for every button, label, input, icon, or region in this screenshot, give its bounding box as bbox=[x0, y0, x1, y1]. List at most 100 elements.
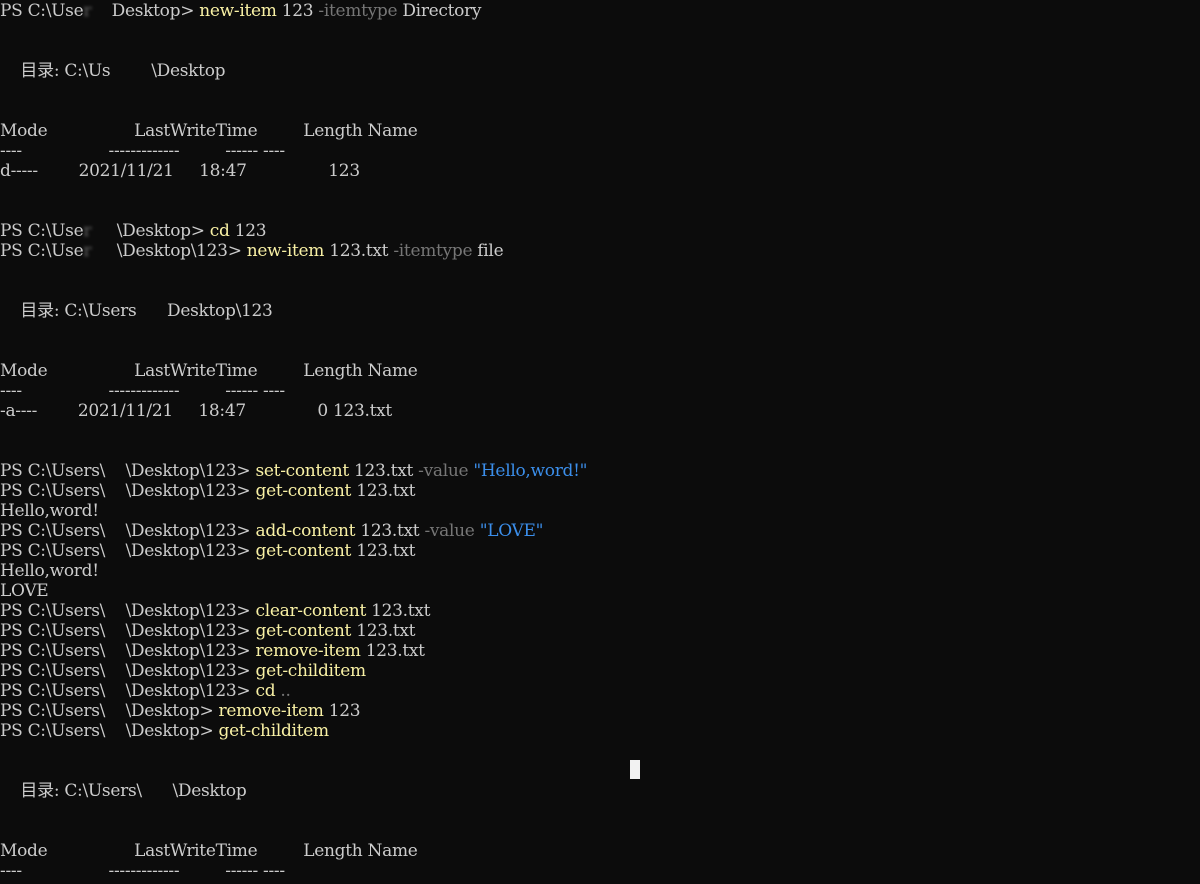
output-text: -a---- 2021/11/21 18:47 0 123.txt bbox=[0, 401, 392, 421]
output-text: \Desktop\123> bbox=[125, 681, 256, 701]
output-text: \Desktop> bbox=[125, 701, 219, 721]
output-text: \Desktop\123> bbox=[116, 241, 247, 261]
parameter-text: -itemtype bbox=[318, 1, 398, 21]
output-text: 123 bbox=[276, 1, 319, 21]
redacted-username bbox=[110, 61, 151, 81]
terminal-line: PS C:\Users\ \Desktop> get-childitem bbox=[0, 721, 329, 741]
output-text: Desktop\123 bbox=[167, 301, 273, 321]
output-text: 123.txt bbox=[324, 241, 394, 261]
output-text: \Desktop\123> bbox=[125, 461, 256, 481]
terminal-line: ---- ------------- ------ ---- bbox=[0, 141, 285, 161]
terminal-line: PS C:\Users\ \Desktop\123> get-content 1… bbox=[0, 621, 416, 641]
redacted-username bbox=[105, 461, 125, 481]
output-text: LOVE bbox=[0, 581, 49, 601]
output-text: Mode LastWriteTime Length Name bbox=[0, 121, 418, 141]
redacted-username: r bbox=[83, 241, 117, 261]
output-text: \Desktop bbox=[151, 61, 226, 81]
output-text: PS C:\Use bbox=[0, 241, 84, 261]
command-text: add-content bbox=[255, 521, 356, 541]
output-text: \Desktop\123> bbox=[125, 621, 256, 641]
output-text: PS C:\Users\ bbox=[0, 701, 106, 721]
string-literal: "Hello,word!" bbox=[473, 461, 588, 481]
output-text: PS C:\Users\ bbox=[0, 641, 106, 661]
output-text: PS C:\Users\ bbox=[0, 481, 106, 501]
output-text: \Desktop\123> bbox=[125, 661, 256, 681]
output-text: PS C:\Users\ bbox=[0, 721, 106, 741]
parameter-text: -itemtype bbox=[393, 241, 473, 261]
output-text: Desktop> bbox=[111, 1, 200, 21]
output-text: PS C:\Users\ bbox=[0, 461, 106, 481]
output-text: ---- ------------- ------ ---- bbox=[0, 861, 285, 881]
command-text: remove-item bbox=[218, 701, 324, 721]
output-text: PS C:\Users\ bbox=[0, 521, 106, 541]
output-text: 123.txt bbox=[351, 541, 416, 561]
command-text: cd bbox=[209, 221, 230, 241]
output-text: 123.txt bbox=[366, 601, 431, 621]
terminal-line: PS C:\Users\ \Desktop\123> cd .. bbox=[0, 681, 291, 701]
command-text: new-item bbox=[199, 1, 277, 21]
command-text: cd bbox=[255, 681, 276, 701]
output-text: Mode LastWriteTime Length Name bbox=[0, 841, 418, 861]
output-text: 目录: C:\Users bbox=[0, 301, 137, 321]
redacted-username bbox=[142, 781, 173, 801]
redacted-username bbox=[105, 481, 125, 501]
redacted-username bbox=[105, 681, 125, 701]
command-text: get-content bbox=[255, 481, 352, 501]
output-text: 123.txt bbox=[351, 481, 416, 501]
output-text: \Desktop\123> bbox=[125, 521, 256, 541]
terminal-line: PS C:\User \Desktop> cd 123 bbox=[0, 221, 267, 241]
command-text: clear-content bbox=[255, 601, 366, 621]
output-text: 123.txt bbox=[360, 641, 425, 661]
output-text: \Desktop\123> bbox=[125, 541, 256, 561]
terminal-line: PS C:\Users\ \Desktop\123> get-content 1… bbox=[0, 481, 416, 501]
command-text: get-childitem bbox=[218, 721, 330, 741]
text-cursor bbox=[630, 760, 640, 779]
redacted-username bbox=[105, 701, 125, 721]
output-text: 123.txt bbox=[348, 461, 419, 481]
output-text: ---- ------------- ------ ---- bbox=[0, 381, 285, 401]
parameter-text: -value bbox=[418, 461, 469, 481]
parameter-text: .. bbox=[280, 681, 291, 701]
output-text: PS C:\Users\ bbox=[0, 681, 106, 701]
terminal-line: PS C:\User \Desktop\123> new-item 123.tx… bbox=[0, 241, 504, 261]
terminal-line: Mode LastWriteTime Length Name bbox=[0, 121, 418, 141]
terminal-line: PS C:\Users\ \Desktop> remove-item 123 bbox=[0, 701, 361, 721]
command-text: get-content bbox=[255, 541, 352, 561]
output-text: 目录: C:\Us bbox=[0, 61, 111, 81]
command-text: remove-item bbox=[255, 641, 361, 661]
command-text: get-childitem bbox=[255, 661, 366, 681]
output-text: Mode LastWriteTime Length Name bbox=[0, 361, 418, 381]
output-text: PS C:\Users\ bbox=[0, 661, 106, 681]
output-text: \Desktop\123> bbox=[125, 481, 256, 501]
output-text: \Desktop> bbox=[125, 721, 219, 741]
output-text: PS C:\Users\ bbox=[0, 601, 106, 621]
terminal-line: Hello,word! bbox=[0, 561, 99, 581]
output-text: PS C:\Users\ bbox=[0, 541, 106, 561]
terminal-line: 目录: C:\Users Desktop\123 bbox=[0, 301, 273, 321]
terminal-line: PS C:\Users\ \Desktop\123> get-content 1… bbox=[0, 541, 416, 561]
terminal-line: PS C:\Users\ \Desktop\123> set-content 1… bbox=[0, 461, 587, 481]
terminal-line: -a---- 2021/11/21 18:47 0 123.txt bbox=[0, 401, 392, 421]
output-text: Directory bbox=[397, 1, 482, 21]
redacted-username bbox=[136, 301, 167, 321]
output-text: 123 bbox=[323, 701, 361, 721]
terminal-line: PS C:\Users\ \Desktop\123> clear-content… bbox=[0, 601, 430, 621]
output-text: ---- ------------- ------ ---- bbox=[0, 141, 285, 161]
terminal-line: d----- 2021/11/21 18:47 123 bbox=[0, 161, 360, 181]
redacted-username: r bbox=[83, 221, 117, 241]
output-text: Hello,word! bbox=[0, 501, 99, 521]
command-text: new-item bbox=[246, 241, 325, 261]
output-text: 123.txt bbox=[351, 621, 416, 641]
terminal-line: Hello,word! bbox=[0, 501, 99, 521]
terminal-window[interactable]: PS C:\User Desktop> new-item 123 -itemty… bbox=[0, 0, 1200, 884]
output-text: 123 bbox=[229, 221, 267, 241]
redacted-username: r bbox=[83, 1, 112, 21]
parameter-text: -value bbox=[424, 521, 475, 541]
redacted-username bbox=[105, 521, 125, 541]
output-text: 123.txt bbox=[355, 521, 425, 541]
output-text: PS C:\Users\ bbox=[0, 621, 106, 641]
redacted-username bbox=[105, 721, 125, 741]
output-text: d----- 2021/11/21 18:47 123 bbox=[0, 161, 360, 181]
output-text: file bbox=[472, 241, 504, 261]
output-text: 目录: C:\Users\ bbox=[0, 781, 142, 801]
